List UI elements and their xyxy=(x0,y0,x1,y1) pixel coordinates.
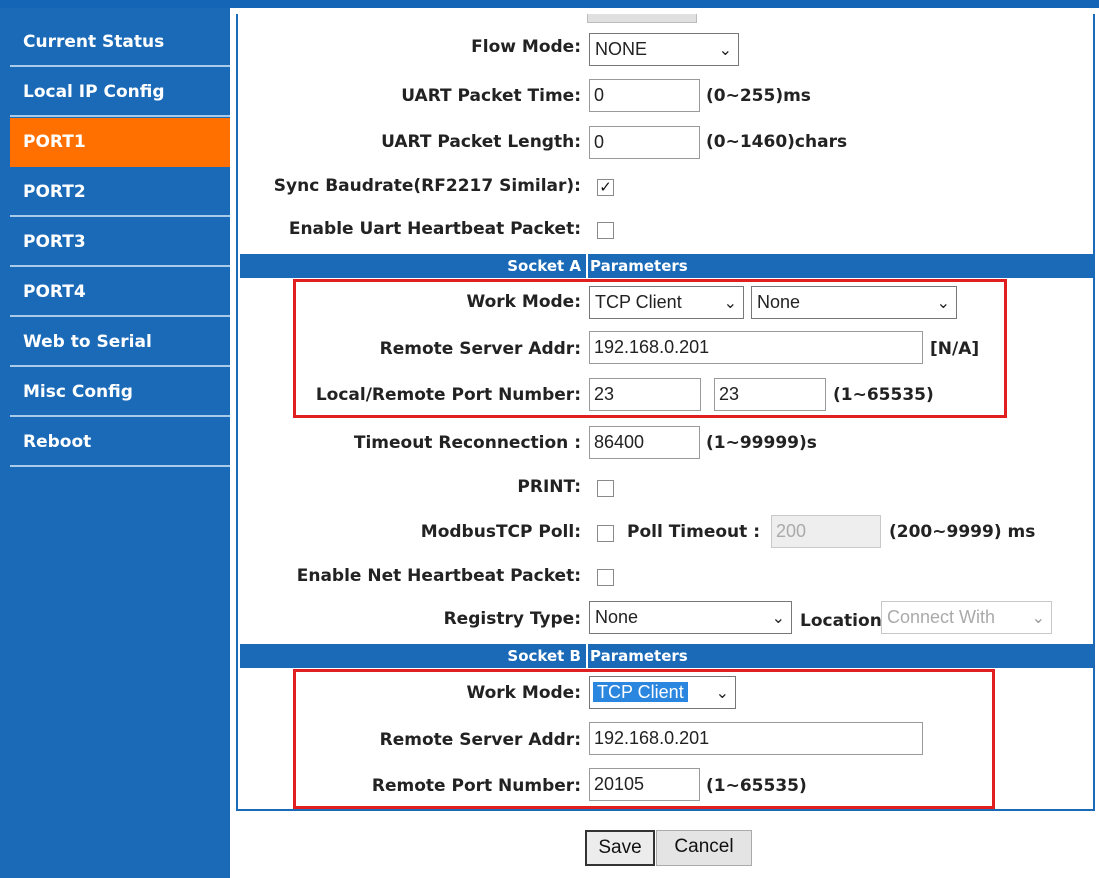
poll-timeout-label: Poll Timeout : xyxy=(627,522,761,542)
timeout-reconnection-label: Timeout Reconnection : xyxy=(353,433,581,453)
timeout-reconnection-input[interactable]: 86400 xyxy=(589,426,700,459)
poll-timeout-input[interactable]: 200 xyxy=(771,515,881,548)
uart-packet-length-hint: (0~1460)chars xyxy=(706,132,848,152)
sync-baudrate-checkbox[interactable]: ✓ xyxy=(597,179,614,196)
socket-b-remote-port-label: Remote Port Number: xyxy=(371,776,581,796)
registry-type-value: None xyxy=(595,607,639,627)
socket-a-port-label: Local/Remote Port Number: xyxy=(315,385,581,405)
socket-a-port-hint: (1~65535) xyxy=(833,385,934,405)
location-label: Location xyxy=(800,611,882,631)
uart-packet-time-input[interactable]: 0 xyxy=(589,79,700,112)
save-button[interactable]: Save xyxy=(585,830,655,866)
socket-a-remote-addr-input[interactable]: 192.168.0.201 xyxy=(589,331,923,364)
modbus-tcp-poll-checkbox[interactable] xyxy=(597,525,614,542)
location-select[interactable]: Connect With ⌄ xyxy=(881,601,1052,634)
socket-a-remote-addr-hint: [N/A] xyxy=(930,339,980,359)
socket-b-header: Socket B Parameters xyxy=(240,644,1095,668)
socket-a-header-params: Parameters xyxy=(586,254,688,278)
socket-a-work-mode-select[interactable]: TCP Client ⌄ xyxy=(589,286,744,319)
socket-a-protocol-select[interactable]: None ⌄ xyxy=(751,286,957,319)
uart-packet-time-label: UART Packet Time: xyxy=(401,86,581,106)
chevron-down-icon: ⌄ xyxy=(718,42,732,59)
socket-a-work-mode-label: Work Mode: xyxy=(466,292,581,312)
uart-heartbeat-checkbox[interactable] xyxy=(597,222,614,239)
nav-item-web-to-serial[interactable]: Web to Serial xyxy=(10,318,230,367)
top-bar xyxy=(0,0,1099,8)
print-checkbox[interactable] xyxy=(597,480,614,497)
cancel-button[interactable]: Cancel xyxy=(656,830,752,866)
sidebar-nav: Current Status Local IP Config PORT1 POR… xyxy=(0,8,230,878)
poll-timeout-hint: (200~9999) ms xyxy=(889,522,1036,542)
socket-b-work-mode-value: TCP Client xyxy=(593,682,688,702)
registry-type-select[interactable]: None ⌄ xyxy=(589,601,792,634)
socket-a-work-mode-value: TCP Client xyxy=(595,292,682,312)
uart-packet-time-hint: (0~255)ms xyxy=(706,86,811,106)
chevron-down-icon: ⌄ xyxy=(715,685,729,702)
socket-b-remote-port-hint: (1~65535) xyxy=(706,776,807,796)
modbus-tcp-poll-label: ModbusTCP Poll: xyxy=(420,522,581,542)
nav-item-port4[interactable]: PORT4 xyxy=(10,268,230,317)
flow-mode-label: Flow Mode: xyxy=(471,37,581,57)
net-heartbeat-checkbox[interactable] xyxy=(597,569,614,586)
chevron-down-icon: ⌄ xyxy=(1031,610,1045,627)
socket-a-remote-addr-label: Remote Server Addr: xyxy=(379,339,581,359)
chevron-down-icon: ⌄ xyxy=(723,295,737,312)
socket-b-work-mode-label: Work Mode: xyxy=(466,683,581,703)
chevron-down-icon: ⌄ xyxy=(771,610,785,627)
scrolled-control-edge xyxy=(587,14,697,23)
checkmark-icon: ✓ xyxy=(599,178,612,196)
nav-item-local-ip-config[interactable]: Local IP Config xyxy=(10,68,230,117)
socket-b-header-label: Socket B xyxy=(507,647,581,665)
timeout-reconnection-hint: (1~99999)s xyxy=(706,433,817,453)
socket-b-remote-addr-input[interactable]: 192.168.0.201 xyxy=(589,722,923,755)
socket-b-remote-port-input[interactable]: 20105 xyxy=(589,768,700,801)
uart-packet-length-label: UART Packet Length: xyxy=(381,132,581,152)
socket-a-protocol-value: None xyxy=(757,292,801,312)
print-label: PRINT: xyxy=(517,477,581,497)
location-value: Connect With xyxy=(887,607,996,627)
nav-item-port3[interactable]: PORT3 xyxy=(10,218,230,267)
socket-a-remote-port-input[interactable]: 23 xyxy=(714,378,826,411)
socket-b-work-mode-select[interactable]: TCP Client ⌄ xyxy=(589,676,736,709)
socket-a-header-label: Socket A xyxy=(507,257,581,275)
flow-mode-select[interactable]: NONE ⌄ xyxy=(589,33,739,66)
uart-heartbeat-label: Enable Uart Heartbeat Packet: xyxy=(288,219,581,239)
nav-item-misc-config[interactable]: Misc Config xyxy=(10,368,230,417)
socket-a-header: Socket A Parameters xyxy=(240,254,1095,278)
nav-item-current-status[interactable]: Current Status xyxy=(10,18,230,67)
chevron-down-icon: ⌄ xyxy=(936,295,950,312)
sync-baudrate-label: Sync Baudrate(RF2217 Similar): xyxy=(273,176,581,196)
registry-type-label: Registry Type: xyxy=(443,609,581,629)
net-heartbeat-label: Enable Net Heartbeat Packet: xyxy=(296,566,581,586)
flow-mode-value: NONE xyxy=(595,39,648,59)
socket-b-header-params: Parameters xyxy=(586,644,688,668)
nav-item-reboot[interactable]: Reboot xyxy=(10,418,230,467)
nav-item-port2[interactable]: PORT2 xyxy=(10,168,230,217)
socket-a-local-port-input[interactable]: 23 xyxy=(589,378,701,411)
nav-item-port1[interactable]: PORT1 xyxy=(10,118,230,167)
socket-b-remote-addr-label: Remote Server Addr: xyxy=(379,730,581,750)
uart-packet-length-input[interactable]: 0 xyxy=(589,126,700,159)
